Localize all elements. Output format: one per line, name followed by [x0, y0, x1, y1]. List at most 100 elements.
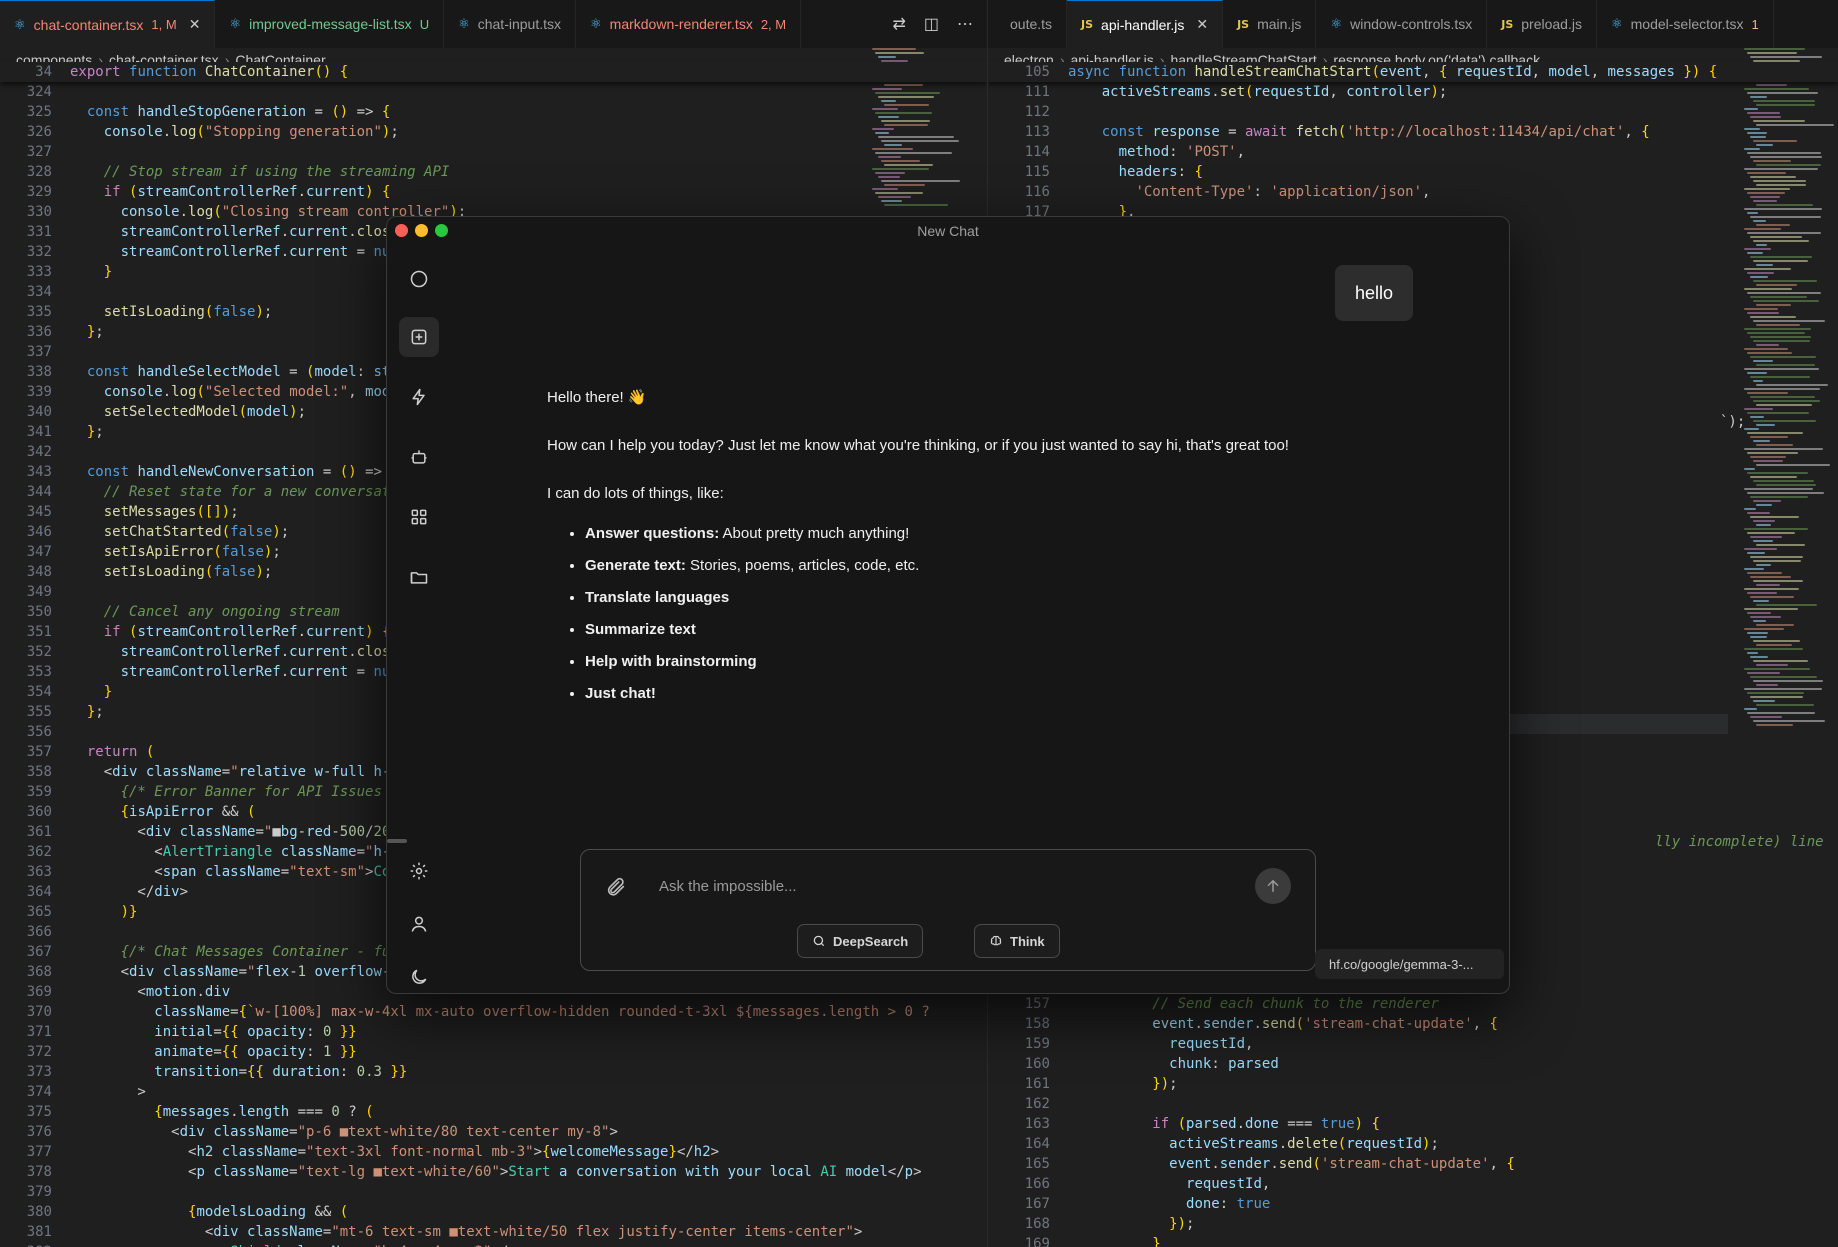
code-line[interactable]: 374 >: [0, 1082, 987, 1102]
minimap-line: [881, 160, 921, 162]
code-line[interactable]: 169 }: [988, 1234, 1838, 1247]
code-line[interactable]: 111 activeStreams.set(requestId, control…: [988, 82, 1838, 102]
line-number: 330: [26, 204, 52, 220]
minimap-line: [1756, 684, 1779, 686]
close-window-button[interactable]: [395, 224, 408, 237]
code-line[interactable]: 325 const handleStopGeneration = () => {: [0, 102, 987, 122]
code-line[interactable]: 375 {messages.length === 0 ? (: [0, 1102, 987, 1122]
bot-icon: [411, 450, 427, 464]
editor-tab[interactable]: ⚛ model-selector.tsx 1: [1597, 0, 1774, 48]
send-button[interactable]: [1255, 868, 1291, 904]
editor-tab[interactable]: JS main.js: [1223, 0, 1317, 48]
profile-button[interactable]: [399, 904, 439, 944]
code-line[interactable]: 378 <p className="text-lg ■text-white/60…: [0, 1162, 987, 1182]
right-minimap[interactable]: [1740, 48, 1838, 1247]
close-tab-icon[interactable]: ✕: [1196, 16, 1208, 33]
paperclip-icon[interactable]: [605, 876, 627, 898]
code-line[interactable]: 380 {modelsLoading && (: [0, 1202, 987, 1222]
code-line[interactable]: 381 <div className="mt-6 text-sm ■text-w…: [0, 1222, 987, 1242]
code-line[interactable]: 164 activeStreams.delete(requestId);: [988, 1134, 1838, 1154]
code-line[interactable]: 166 requestId,: [988, 1174, 1838, 1194]
split-editor-icon[interactable]: ◫: [924, 14, 939, 34]
code-line[interactable]: 329 if (streamControllerRef.current) {: [0, 182, 987, 202]
code-text: setSelectedModel(model);: [103, 404, 307, 420]
files-button[interactable]: [399, 557, 439, 597]
code-line[interactable]: 114 method: 'POST',: [988, 142, 1838, 162]
code-text: requestId,: [1169, 1036, 1254, 1052]
close-tab-icon[interactable]: ✕: [189, 16, 201, 33]
code-line[interactable]: 113 const response = await fetch('http:/…: [988, 122, 1838, 142]
models-button[interactable]: [399, 437, 439, 477]
code-line[interactable]: 160 chunk: parsed: [988, 1054, 1838, 1074]
model-selector[interactable]: hf.co/google/gemma-3-...: [1315, 949, 1504, 979]
minimap-line: [1753, 480, 1815, 482]
code-line[interactable]: 328 // Stop stream if using the streamin…: [0, 162, 987, 182]
settings-button[interactable]: [399, 851, 439, 891]
editor-tab[interactable]: oute.ts: [988, 0, 1068, 48]
code-line[interactable]: 372 animate={{ opacity: 1 }}: [0, 1042, 987, 1062]
think-button[interactable]: Think: [974, 924, 1060, 958]
editor-tab[interactable]: ⚛ chat-input.tsx: [444, 0, 576, 48]
code-line[interactable]: 326 console.log("Stopping generation");: [0, 122, 987, 142]
minimap-line: [1756, 144, 1774, 146]
capability-title: Translate languages: [585, 589, 730, 606]
code-line[interactable]: 376 <div className="p-6 ■text-white/80 t…: [0, 1122, 987, 1142]
minimap-line: [878, 116, 900, 118]
line-number: 326: [26, 124, 52, 140]
minimap-line: [1756, 484, 1817, 486]
code-line[interactable]: 159 requestId,: [988, 1034, 1838, 1054]
code-line[interactable]: 379: [0, 1182, 987, 1202]
sidebar-resize-handle[interactable]: [387, 839, 407, 843]
code-line[interactable]: 161 });: [988, 1074, 1838, 1094]
code-line[interactable]: 382 <Shield className="h-4 w-4 mr-2" />: [0, 1242, 987, 1247]
right-code-area[interactable]: 111 activeStreams.set(requestId, control…: [988, 82, 1838, 222]
compare-icon[interactable]: ⇄: [892, 14, 905, 34]
code-line[interactable]: 115 headers: {: [988, 162, 1838, 182]
code-line[interactable]: 167 done: true: [988, 1194, 1838, 1214]
code-line[interactable]: 168 });: [988, 1214, 1838, 1234]
minimize-window-button[interactable]: [415, 224, 428, 237]
right-code-area-bottom[interactable]: 157 // Send each chunk to the renderer 15…: [988, 994, 1838, 1247]
more-actions-icon[interactable]: ⋯: [957, 14, 973, 34]
code-line[interactable]: 324: [0, 82, 987, 102]
line-number: 350: [26, 604, 52, 620]
minimap-line: [1744, 508, 1756, 510]
new-chat-button[interactable]: [399, 317, 439, 357]
minimap-line: [1744, 348, 1788, 350]
code-text: setMessages([]);: [103, 504, 239, 520]
editor-tab[interactable]: JS api-handler.js ✕: [1067, 0, 1224, 48]
editor-tab[interactable]: ⚛ chat-container.tsx 1, M ✕: [0, 0, 216, 48]
editor-tab[interactable]: ⚛ improved-message-list.tsx U: [215, 0, 445, 48]
line-number: 165: [1024, 1156, 1050, 1172]
capability-title: Generate text:: [585, 557, 686, 574]
chat-prompt-input[interactable]: [657, 872, 1221, 900]
code-line[interactable]: 371 initial={{ opacity: 0 }}: [0, 1022, 987, 1042]
code-line[interactable]: 327: [0, 142, 987, 162]
code-line[interactable]: 157 // Send each chunk to the renderer: [988, 994, 1838, 1014]
chat-titlebar[interactable]: New Chat: [387, 217, 1509, 245]
code-line[interactable]: 162: [988, 1094, 1838, 1114]
deepsearch-button[interactable]: DeepSearch: [797, 924, 924, 958]
minimap-line: [1750, 496, 1808, 498]
assistant-lead: I can do lots of things, like:: [547, 485, 724, 502]
code-line[interactable]: 112: [988, 102, 1838, 122]
code-line[interactable]: 373 transition={{ duration: 0.3 }}: [0, 1062, 987, 1082]
editor-tab[interactable]: ⚛ window-controls.tsx: [1316, 0, 1488, 48]
code-line[interactable]: 158 event.sender.send('stream-chat-updat…: [988, 1014, 1838, 1034]
editor-tab[interactable]: JS preload.js: [1487, 0, 1597, 48]
editor-tab[interactable]: ⚛ markdown-renderer.tsx 2, M: [576, 0, 802, 48]
code-line[interactable]: 163 if (parsed.done === true) {: [988, 1114, 1838, 1134]
code-line[interactable]: 370 className={`w-[100%] max-w-4xl mx-au…: [0, 1002, 987, 1022]
theme-toggle-button[interactable]: [399, 957, 439, 993]
minimap-line: [1744, 188, 1790, 190]
apps-button[interactable]: [399, 497, 439, 537]
status-circle-button[interactable]: [399, 259, 439, 299]
maximize-window-button[interactable]: [435, 224, 448, 237]
minimap-line: [872, 188, 899, 190]
code-line[interactable]: 165 event.sender.send('stream-chat-updat…: [988, 1154, 1838, 1174]
code-line[interactable]: 116 'Content-Type': 'application/json',: [988, 182, 1838, 202]
code-line[interactable]: 377 <h2 className="text-3xl font-normal …: [0, 1142, 987, 1162]
quick-action-button[interactable]: [399, 377, 439, 417]
react-file-icon: ⚛: [458, 16, 470, 31]
circle-icon: [410, 270, 428, 288]
